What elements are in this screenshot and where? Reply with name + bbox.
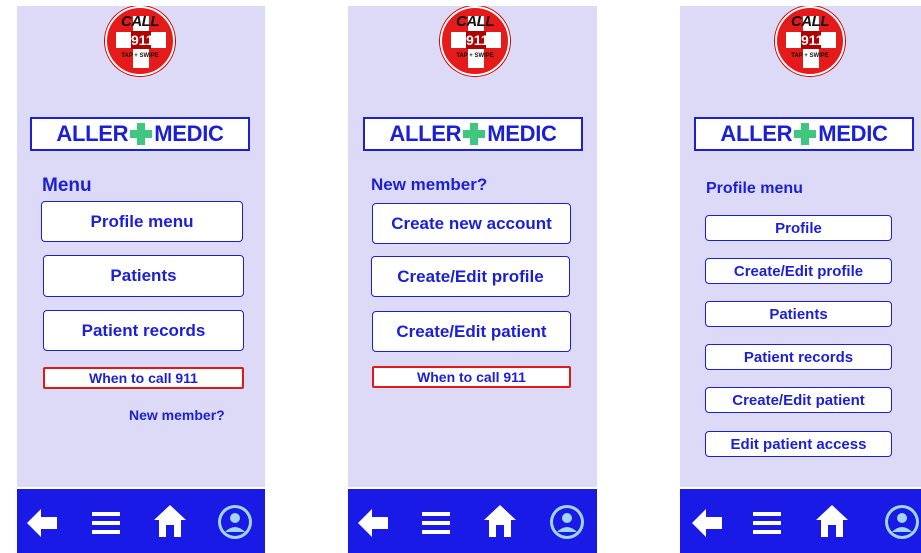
home-icon[interactable] (484, 505, 516, 537)
logo-text-right: MEDIC (818, 121, 888, 146)
logo-text-left: ALLER (389, 121, 462, 146)
logo-text-right: MEDIC (487, 121, 557, 146)
screen-menu: CALL 911 TAP + SWIPE ALLER MEDIC Menu Pr… (17, 6, 265, 553)
page-title: Profile menu (706, 180, 803, 197)
menu-icon[interactable] (92, 511, 120, 535)
create-new-account-button[interactable]: Create new account (372, 203, 571, 244)
edit-patient-access-button[interactable]: Edit patient access (705, 431, 892, 457)
aller-medic-logo: ALLER MEDIC (363, 117, 583, 151)
badge-number: 911 (131, 31, 154, 49)
bottom-nav-bar (348, 487, 597, 553)
badge-call-text: CALL (456, 13, 495, 30)
logo-text-left: ALLER (720, 121, 793, 146)
logo-text-right: MEDIC (154, 121, 224, 146)
badge-tagline: TAP + SWIPE (121, 53, 159, 59)
medical-plus-icon (794, 123, 817, 145)
patient-records-button[interactable]: Patient records (705, 344, 892, 370)
badge-tagline: TAP + SWIPE (791, 53, 829, 59)
home-icon[interactable] (154, 505, 186, 537)
create-edit-patient-button[interactable]: Create/Edit patient (372, 311, 571, 352)
badge-number: 911 (466, 31, 489, 49)
patients-button[interactable]: Patients (43, 255, 244, 297)
patients-button[interactable]: Patients (705, 301, 892, 327)
back-arrow-icon[interactable] (358, 509, 388, 537)
logo-text-left: ALLER (56, 121, 129, 146)
when-to-call-911-button[interactable]: When to call 911 (372, 366, 571, 388)
create-edit-patient-button[interactable]: Create/Edit patient (705, 387, 892, 413)
create-edit-profile-button[interactable]: Create/Edit profile (371, 256, 570, 297)
badge-call-text: CALL (121, 13, 160, 30)
when-to-call-911-button[interactable]: When to call 911 (43, 367, 244, 389)
user-icon[interactable] (218, 505, 252, 539)
patient-records-button[interactable]: Patient records (43, 310, 244, 351)
page-title: Menu (42, 175, 92, 196)
badge-number: 911 (801, 31, 824, 49)
call-911-badge[interactable]: CALL 911 TAP + SWIPE (440, 6, 510, 76)
back-arrow-icon[interactable] (692, 509, 722, 537)
home-icon[interactable] (816, 505, 848, 537)
user-icon[interactable] (885, 505, 919, 539)
page-title: New member? (371, 175, 488, 194)
profile-menu-button[interactable]: Profile menu (41, 201, 243, 242)
screen-new-member: CALL 911 TAP + SWIPE ALLER MEDIC New mem… (348, 6, 597, 553)
aller-medic-logo: ALLER MEDIC (694, 117, 914, 151)
screen-profile-menu: CALL 911 TAP + SWIPE ALLER MEDIC Profile… (680, 6, 921, 553)
medical-plus-icon (130, 123, 153, 145)
badge-call-text: CALL (791, 13, 830, 30)
badge-tagline: TAP + SWIPE (456, 53, 494, 59)
create-edit-profile-button[interactable]: Create/Edit profile (705, 258, 892, 284)
aller-medic-logo: ALLER MEDIC (30, 117, 250, 151)
bottom-nav-bar (17, 487, 265, 553)
new-member-link[interactable]: New member? (129, 407, 225, 423)
call-911-badge[interactable]: CALL 911 TAP + SWIPE (775, 6, 845, 76)
back-arrow-icon[interactable] (27, 509, 57, 537)
menu-icon[interactable] (422, 511, 450, 535)
medical-plus-icon (463, 123, 486, 145)
bottom-nav-bar (680, 487, 921, 553)
profile-button[interactable]: Profile (705, 215, 892, 241)
user-icon[interactable] (550, 505, 584, 539)
call-911-badge[interactable]: CALL 911 TAP + SWIPE (105, 6, 175, 76)
menu-icon[interactable] (753, 511, 781, 535)
